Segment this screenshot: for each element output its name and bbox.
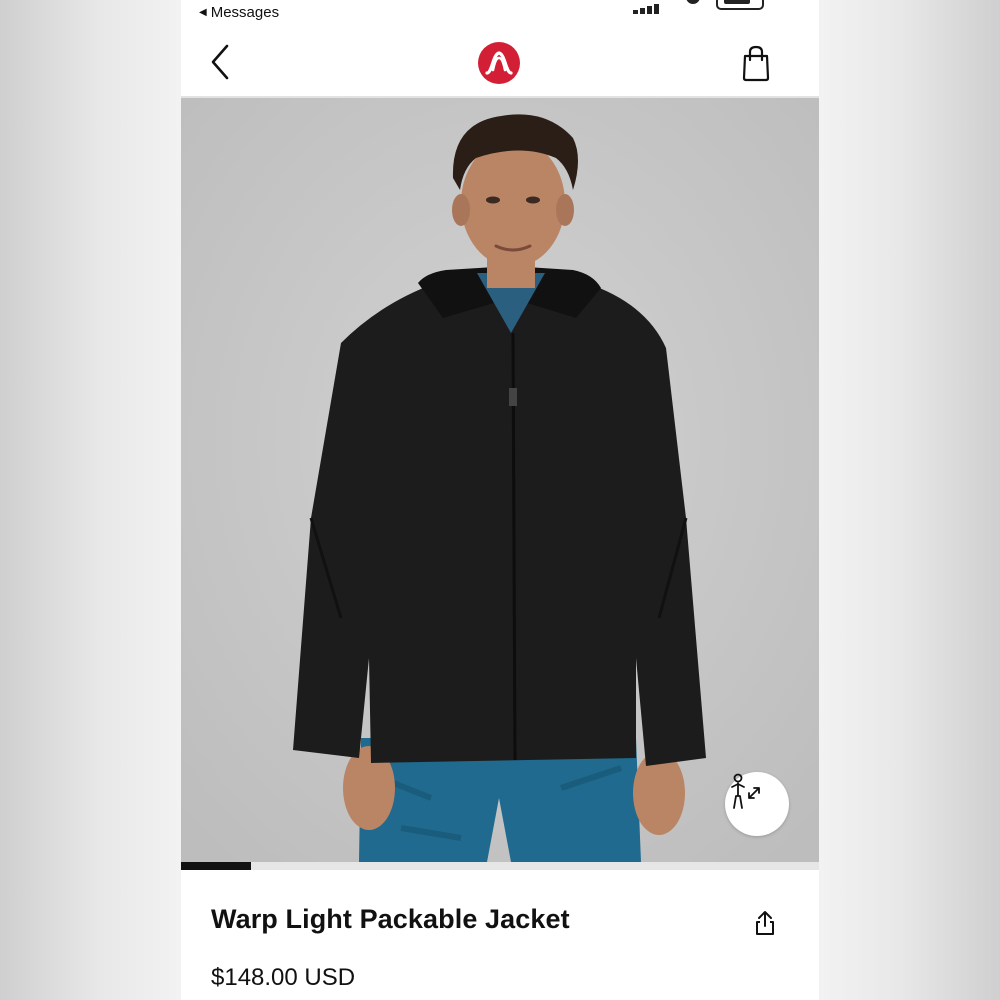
top-nav [181, 30, 819, 97]
chevron-left-icon[interactable] [207, 42, 237, 82]
size-fit-button[interactable] [725, 772, 789, 836]
status-bar: ◀ Messages [181, 0, 819, 26]
gallery-progress-track [181, 862, 819, 870]
phone-screen: ◀ Messages Warp Light Packable Jacket $1… [181, 0, 819, 1000]
product-photo-illustration [181, 98, 819, 862]
back-triangle-icon: ◀ [199, 7, 207, 18]
product-price: $148.00 USD [211, 964, 356, 991]
gallery-progress-fill [181, 862, 252, 870]
battery-icon [716, 0, 764, 10]
product-title: Warp Light Packable Jacket [211, 904, 570, 934]
shopping-bag-icon[interactable] [739, 44, 773, 82]
cellular-signal-icon [633, 0, 665, 14]
right-backdrop [819, 0, 1000, 1000]
product-image[interactable] [181, 98, 819, 862]
back-to-messages[interactable]: ◀ Messages [199, 4, 279, 21]
left-backdrop [0, 0, 181, 1000]
back-to-messages-label: Messages [210, 4, 280, 21]
size-fit-icon [731, 773, 760, 809]
wifi-icon [686, 0, 700, 4]
share-icon[interactable] [753, 910, 777, 936]
lululemon-logo[interactable] [478, 42, 520, 84]
